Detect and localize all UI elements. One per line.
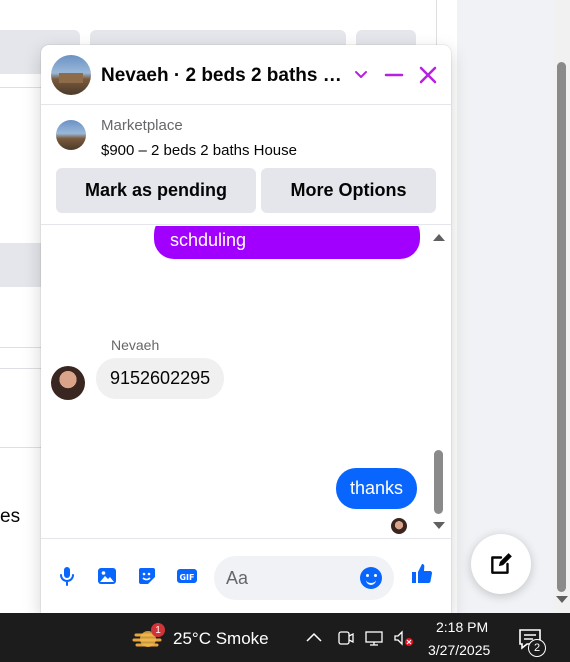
read-receipt-avatar (391, 518, 407, 534)
sender-name: Nevaeh (111, 337, 160, 353)
incoming-message[interactable]: 9152602295 (96, 358, 225, 399)
chat-window: Nevaeh · 2 beds 2 baths H… Marketplace $… (41, 45, 451, 613)
page-scrollbar-thumb[interactable] (557, 62, 566, 592)
webcam-icon[interactable] (336, 629, 356, 647)
outgoing-message[interactable]: schduling (154, 226, 420, 259)
chat-header: Nevaeh · 2 beds 2 baths H… (41, 45, 451, 105)
microphone-icon[interactable] (54, 563, 80, 589)
volume-muted-icon[interactable] (393, 629, 413, 647)
message-text: 9152602295 (110, 368, 211, 388)
notification-badge: 2 (528, 639, 546, 657)
message-scrollbar[interactable] (430, 226, 447, 538)
listing-card: Marketplace $900 – 2 beds 2 baths House … (41, 105, 451, 225)
weather-badge: 1 (151, 623, 165, 637)
background-side-panel (457, 0, 553, 613)
thumbs-up-icon[interactable] (409, 561, 435, 587)
chevron-down-icon[interactable] (349, 63, 373, 87)
sticker-icon[interactable] (134, 563, 160, 589)
weather-text[interactable]: 25°C Smoke (173, 629, 269, 649)
mark-as-pending-button[interactable]: Mark as pending (56, 168, 256, 213)
scroll-down-arrow-icon[interactable] (433, 522, 445, 529)
background-partial-text: es (0, 506, 21, 527)
scroll-down-arrow-icon[interactable] (556, 596, 568, 603)
message-composer: GIF (41, 538, 451, 613)
avatar[interactable] (51, 55, 91, 95)
scroll-up-arrow-icon[interactable] (433, 234, 445, 241)
avatar[interactable] (51, 366, 85, 400)
message-scrollbar-thumb[interactable] (434, 450, 443, 514)
message-text: schduling (170, 230, 247, 250)
outgoing-message[interactable]: thanks (336, 468, 418, 509)
listing-source: Marketplace (101, 117, 183, 134)
clock-date[interactable]: 3/27/2025 (428, 642, 490, 658)
chat-title[interactable]: Nevaeh · 2 beds 2 baths H… (101, 65, 346, 87)
emoji-icon[interactable] (360, 567, 382, 589)
message-text: thanks (350, 478, 404, 498)
gif-icon[interactable]: GIF (174, 563, 200, 589)
taskbar: 1 25°C Smoke 2:18 PM 3/27/2025 2 (0, 613, 570, 662)
compose-icon (491, 553, 512, 574)
minimize-icon[interactable] (382, 63, 406, 87)
clock-time[interactable]: 2:18 PM (436, 619, 488, 635)
image-icon[interactable] (94, 563, 120, 589)
close-icon[interactable] (416, 63, 440, 87)
page-scrollbar[interactable] (553, 0, 570, 613)
more-options-button[interactable]: More Options (261, 168, 436, 213)
chevron-up-icon[interactable] (304, 629, 324, 647)
new-message-button[interactable] (471, 534, 531, 594)
svg-text:GIF: GIF (179, 573, 194, 582)
network-icon[interactable] (364, 629, 384, 647)
listing-thumbnail[interactable] (56, 120, 86, 150)
listing-title[interactable]: $900 – 2 beds 2 baths House (101, 142, 297, 159)
message-list: schduling Nevaeh 9152602295 thanks (41, 226, 451, 538)
